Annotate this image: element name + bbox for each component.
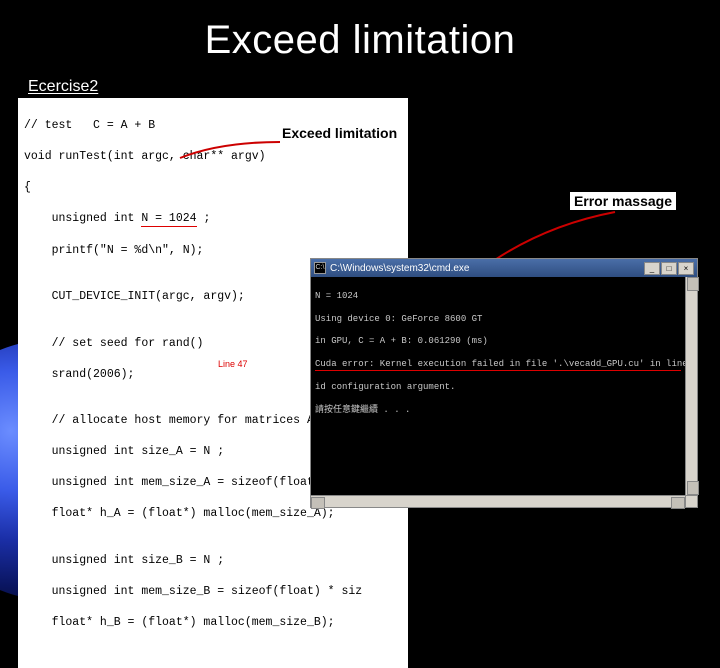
cmd-line: N = 1024: [315, 291, 681, 302]
slide-title: Exceed limitation: [205, 18, 516, 63]
cmd-line: 請按任意鍵繼續 . . .: [315, 405, 681, 416]
code-line: void runTest(int argc, char** argv): [24, 149, 402, 165]
line47-label: Line 47: [218, 358, 248, 370]
cmd-output: N = 1024 Using device 0: GeForce 8600 GT…: [311, 277, 685, 495]
cmd-line: id configuration argument.: [315, 382, 681, 393]
code-line: printf("N = %d\n", N);: [24, 243, 402, 259]
highlight-n1024: N = 1024: [141, 211, 196, 228]
callout-error-massage: Error massage: [570, 192, 676, 210]
code-line: unsigned int size_B = N ;: [24, 553, 402, 569]
cmd-title-text: C:\Windows\system32\cmd.exe: [330, 263, 640, 274]
cmd-icon: C:\: [314, 262, 326, 274]
slide-subtitle: Ecercise2: [28, 78, 98, 96]
cmd-titlebar[interactable]: C:\ C:\Windows\system32\cmd.exe _ □ ×: [311, 259, 697, 277]
cmd-line: Using device 0: GeForce 8600 GT: [315, 314, 681, 325]
code-line: float* h_B = (float*) malloc(mem_size_B)…: [24, 615, 402, 631]
minimize-button[interactable]: _: [644, 262, 660, 275]
code-line: unsigned int mem_size_B = sizeof(float) …: [24, 584, 402, 600]
resize-grip[interactable]: [685, 495, 697, 507]
code-line: float* h_A = (float*) malloc(mem_size_A)…: [24, 506, 402, 522]
callout-exceed-limitation: Exceed limitation: [280, 124, 399, 142]
code-line: {: [24, 180, 402, 196]
scrollbar-horizontal[interactable]: [311, 495, 685, 507]
maximize-button[interactable]: □: [661, 262, 677, 275]
cmd-error-line: Cuda error: Kernel execution failed in f…: [315, 359, 681, 371]
cmd-line: in GPU, C = A + B: 0.061290 (ms): [315, 336, 681, 347]
code-line: unsigned int N = 1024 ;: [24, 211, 402, 228]
scrollbar-vertical[interactable]: [685, 277, 697, 495]
close-button[interactable]: ×: [678, 262, 694, 275]
cmd-window: C:\ C:\Windows\system32\cmd.exe _ □ × N …: [310, 258, 698, 508]
